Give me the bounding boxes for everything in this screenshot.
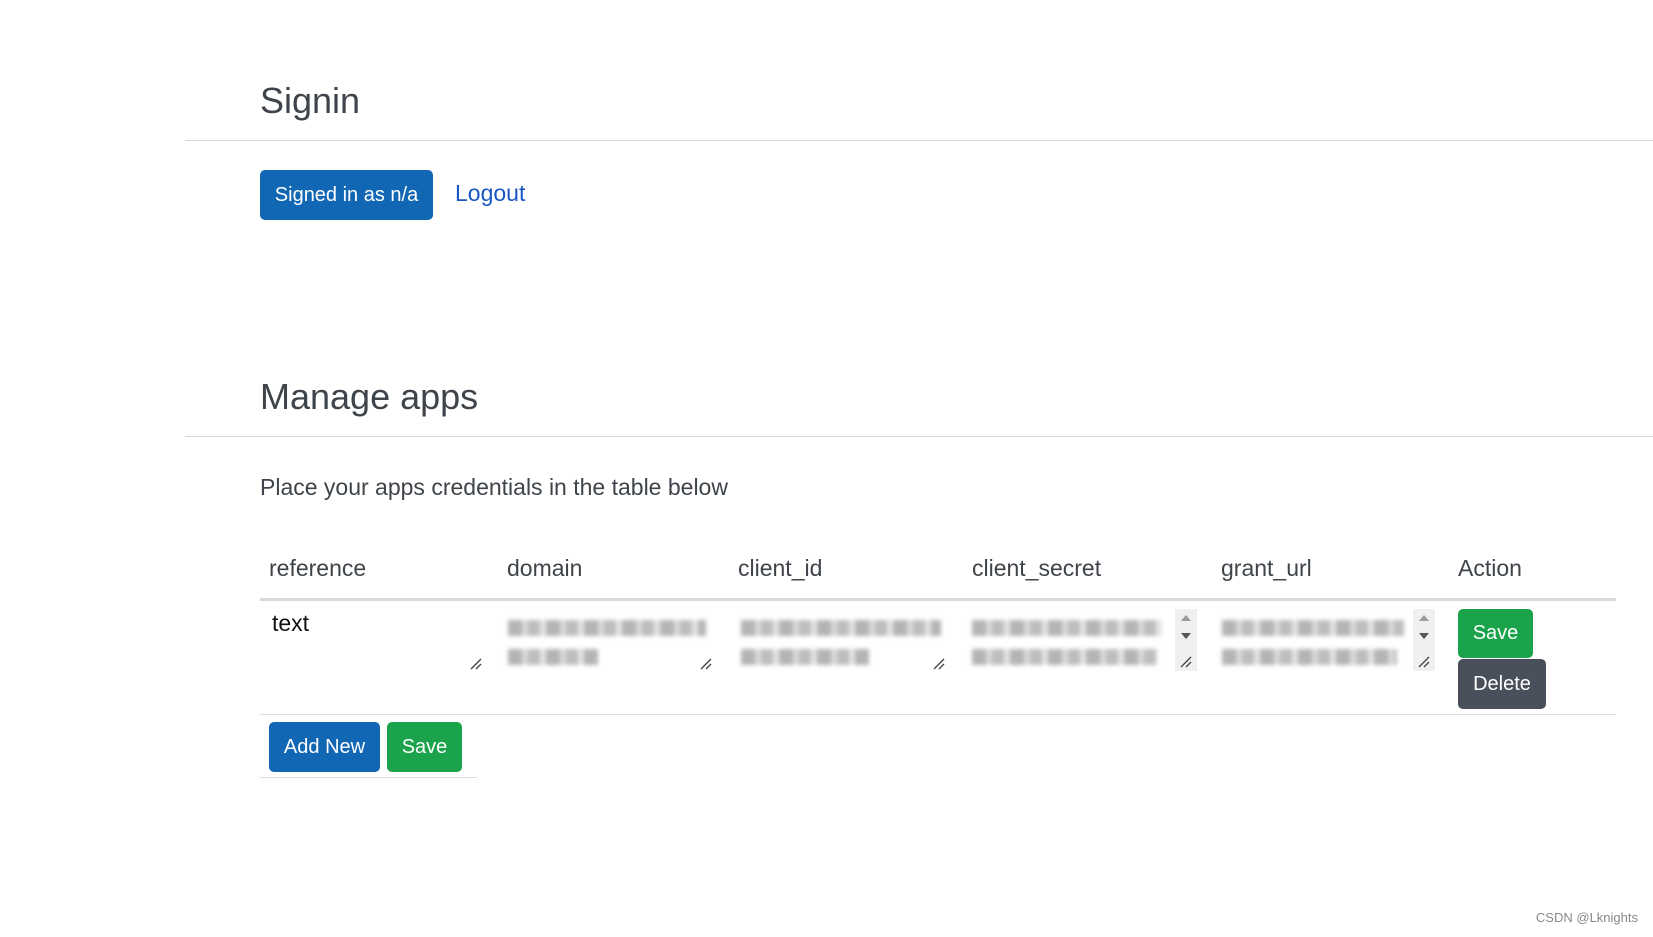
- resize-handle-icon[interactable]: [1417, 655, 1431, 669]
- redacted-text: [1222, 649, 1397, 665]
- scroll-down-icon[interactable]: [1181, 633, 1191, 639]
- redacted-text: [741, 620, 941, 636]
- reference-value: text: [272, 610, 310, 636]
- row-save-button[interactable]: Save: [1458, 609, 1533, 658]
- table-footer-divider: [260, 777, 477, 778]
- page: Signin Signed in as n/a Logout Manage ap…: [0, 0, 1653, 937]
- client-secret-textarea[interactable]: [967, 603, 1197, 675]
- table-header-divider: [260, 598, 1616, 601]
- redacted-text: [508, 620, 706, 636]
- table-row-divider: [260, 714, 1616, 715]
- manage-apps-divider: [185, 436, 1653, 437]
- signin-divider: [185, 140, 1653, 141]
- row-delete-button[interactable]: Delete: [1458, 659, 1546, 709]
- resize-handle-icon[interactable]: [932, 657, 946, 671]
- redacted-text: [972, 620, 1162, 636]
- redacted-text: [741, 649, 869, 665]
- resize-handle-icon[interactable]: [1179, 655, 1193, 669]
- resize-handle-icon[interactable]: [699, 657, 713, 671]
- scroll-up-icon[interactable]: [1181, 615, 1191, 621]
- resize-handle-icon[interactable]: [469, 657, 483, 671]
- signed-in-button[interactable]: Signed in as n/a: [260, 170, 433, 220]
- column-header-action: Action: [1458, 555, 1522, 581]
- column-header-client-id: client_id: [738, 555, 823, 581]
- redacted-text: [972, 649, 1157, 665]
- manage-apps-title: Manage apps: [260, 376, 479, 417]
- column-header-client-secret: client_secret: [972, 555, 1102, 581]
- redacted-text: [508, 649, 598, 665]
- client-id-textarea[interactable]: [733, 603, 948, 675]
- domain-textarea[interactable]: [500, 603, 715, 675]
- scroll-up-icon[interactable]: [1419, 615, 1429, 621]
- reference-textarea[interactable]: text: [260, 603, 485, 675]
- scroll-down-icon[interactable]: [1419, 633, 1429, 639]
- manage-apps-description: Place your apps credentials in the table…: [260, 474, 728, 500]
- grant-url-textarea[interactable]: [1217, 603, 1435, 675]
- save-all-button[interactable]: Save: [387, 722, 462, 772]
- redacted-text: [1222, 620, 1404, 636]
- add-new-button[interactable]: Add New: [269, 722, 380, 772]
- column-header-reference: reference: [269, 555, 367, 581]
- logout-link[interactable]: Logout: [455, 180, 525, 207]
- scrollbar[interactable]: [1175, 609, 1197, 671]
- column-header-domain: domain: [507, 555, 583, 581]
- column-header-grant-url: grant_url: [1221, 555, 1312, 581]
- signin-title: Signin: [260, 80, 361, 121]
- scrollbar[interactable]: [1413, 609, 1435, 671]
- watermark: CSDN @Lknights: [1535, 910, 1638, 925]
